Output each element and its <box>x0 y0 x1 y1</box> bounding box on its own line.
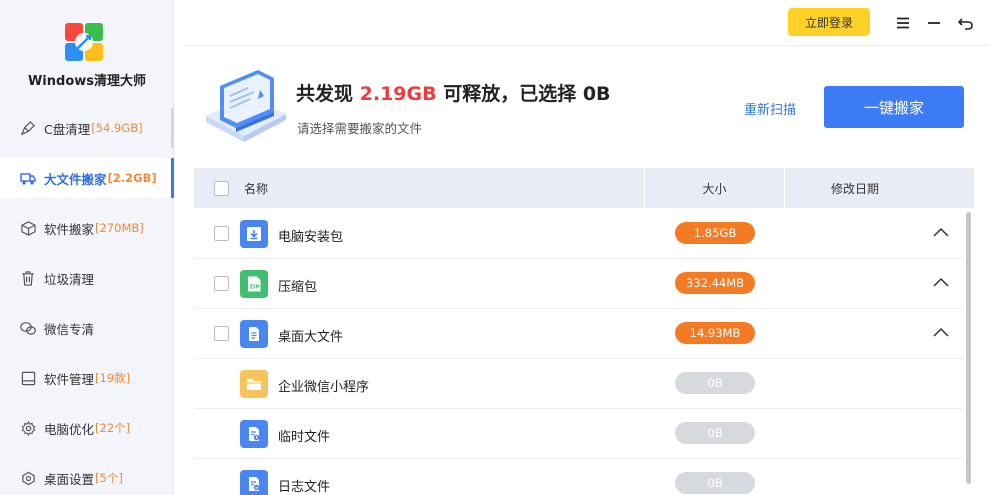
row-checkbox[interactable] <box>214 226 229 241</box>
rescan-link[interactable]: 重新扫描 <box>744 99 796 118</box>
size-badge: 0B <box>675 472 755 494</box>
row-name: 企业微信小程序 <box>278 380 370 395</box>
header-name-cell: 名称 <box>194 168 645 208</box>
sidebar-item-desktop-settings[interactable]: 桌面设置 [5个] <box>0 458 174 495</box>
truck-icon <box>20 170 36 186</box>
chevron-up-icon[interactable] <box>932 224 950 242</box>
minimize-icon[interactable] <box>924 13 944 33</box>
app-logo <box>65 23 103 61</box>
table-row[interactable]: 桌面大文件 14.93MB <box>194 309 964 359</box>
sidebar-item-badge: [54.9GB] <box>91 121 143 135</box>
sidebar-item-badge: [19款] <box>95 371 131 385</box>
sidebar-item-label: 电脑优化 <box>44 421 95 437</box>
back-icon[interactable] <box>955 13 975 33</box>
summary-prefix: 共发现 <box>296 83 360 105</box>
sidebar-item-pc-optimize[interactable]: 电脑优化 [22个] <box>0 408 174 448</box>
row-name: 压缩包 <box>278 280 318 295</box>
sidebar-item-label: 桌面设置 <box>44 471 95 487</box>
log-file-icon <box>240 470 268 495</box>
scrollbar[interactable] <box>966 212 971 484</box>
row-name: 桌面大文件 <box>278 330 344 345</box>
sidebar-item-label: 微信专清 <box>44 321 95 337</box>
sidebar-item-software-move[interactable]: 软件搬家 [270MB] <box>0 208 174 248</box>
wechat-icon <box>20 320 36 336</box>
chevron-up-icon[interactable] <box>932 324 950 342</box>
app-title: Windows清理大师 <box>27 74 147 89</box>
row-checkbox[interactable] <box>214 276 229 291</box>
sidebar-item-software-manage[interactable]: 软件管理 [19款] <box>0 358 174 398</box>
size-badge: 1.85GB <box>675 222 755 244</box>
menu-icon[interactable] <box>893 13 913 33</box>
size-badge: 0B <box>675 422 755 444</box>
folder-icon <box>240 370 268 398</box>
chevron-up-icon[interactable] <box>932 274 950 292</box>
sidebar-item-c-drive-clean[interactable]: C盘清理 [54.9GB] <box>0 108 174 148</box>
table-row[interactable]: 企业微信小程序 0B <box>194 359 964 409</box>
table-row[interactable]: 电脑安装包 1.85GB <box>194 209 964 259</box>
table-row[interactable]: ZIP 压缩包 332.44MB <box>194 259 964 309</box>
sidebar-item-label: 大文件搬家 <box>44 171 107 187</box>
summary-subtitle: 请选择需要搬家的文件 <box>297 121 423 136</box>
size-badge: 332.44MB <box>675 272 755 294</box>
select-all-checkbox[interactable] <box>214 180 229 196</box>
computer-move-illustration <box>206 70 286 142</box>
trash-icon <box>20 270 36 286</box>
one-click-move-button[interactable]: 一键搬家 <box>824 86 964 128</box>
row-name: 电脑安装包 <box>278 230 344 245</box>
monitor-icon <box>20 370 36 386</box>
sidebar-item-wechat-clean[interactable]: 微信专清 <box>0 308 174 348</box>
sidebar-item-badge: [270MB] <box>95 221 144 235</box>
summary-middle: 可释放，已选择 <box>436 83 583 105</box>
top-bar: 立即登录 <box>185 0 990 46</box>
size-badge: 0B <box>675 372 755 394</box>
zip-archive-icon: ZIP <box>240 270 268 298</box>
sidebar-item-badge: [2.2GB] <box>107 171 157 185</box>
temp-file-icon <box>240 420 268 448</box>
selected-size: 0B <box>582 83 611 105</box>
table-header: 名称 大小 修改日期 <box>194 168 974 208</box>
sidebar-item-large-file-move[interactable]: 大文件搬家 [2.2GB] <box>0 158 174 198</box>
sidebar-item-label: 软件管理 <box>44 371 95 387</box>
broom-icon <box>20 120 36 136</box>
row-name: 日志文件 <box>278 480 331 495</box>
releasable-size: 2.19GB <box>359 83 437 105</box>
sidebar-item-label: 垃圾清理 <box>44 271 95 287</box>
header-size[interactable]: 大小 <box>645 168 785 208</box>
header-date[interactable]: 修改日期 <box>785 168 925 208</box>
table-row[interactable]: 日志文件 0B <box>194 459 964 495</box>
sidebar-item-badge: [5个] <box>95 471 123 485</box>
row-name: 临时文件 <box>278 430 331 445</box>
size-badge: 14.93MB <box>675 322 755 344</box>
desktop-settings-icon <box>20 470 36 486</box>
gear-icon <box>20 420 36 436</box>
row-checkbox[interactable] <box>214 326 229 341</box>
header-name: 名称 <box>244 181 269 196</box>
desktop-file-icon <box>240 320 268 348</box>
installer-package-icon <box>240 220 268 248</box>
login-button[interactable]: 立即登录 <box>788 8 870 36</box>
sidebar: Windows清理大师 C盘清理 [54.9GB] 大文件搬家 [2.2GB] … <box>0 0 174 495</box>
cube-icon <box>20 220 36 236</box>
sidebar-item-label: 软件搬家 <box>44 221 95 237</box>
file-category-list: 电脑安装包 1.85GB ZIP 压缩包 332.44MB 桌面大文件 14.9… <box>194 209 964 495</box>
sidebar-nav: C盘清理 [54.9GB] 大文件搬家 [2.2GB] 软件搬家 [270MB]… <box>0 108 174 495</box>
table-row[interactable]: 临时文件 0B <box>194 409 964 459</box>
sidebar-item-badge: [22个] <box>95 421 131 435</box>
scan-summary: 共发现 2.19GB 可释放，已选择 0B <box>296 79 611 106</box>
sidebar-item-junk-clean[interactable]: 垃圾清理 <box>0 258 174 298</box>
svg-text:ZIP: ZIP <box>249 285 259 291</box>
sidebar-item-label: C盘清理 <box>44 121 91 137</box>
